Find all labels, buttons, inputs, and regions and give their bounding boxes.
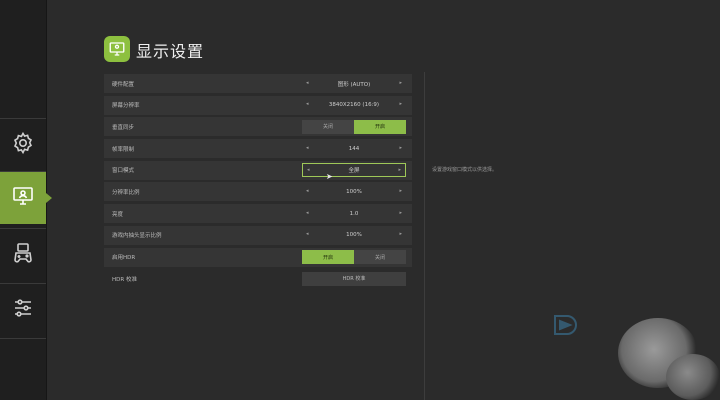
arrow-left-icon[interactable]: ◂ [306,210,309,216]
setting-row-hardware: 硬件配置 ◂ 图形 (AUTO) ▸ [104,74,412,93]
mouse-cursor-icon: ➤ [326,172,333,181]
blurred-overlay [666,354,720,400]
arrow-right-icon[interactable]: ▸ [399,231,402,237]
monitor-icon [11,184,35,212]
setting-label: 硬件配置 [112,81,135,88]
gear-icon [11,131,35,159]
setting-row-vsync: 垂直同步 关闭 开启 [104,117,412,137]
select-value: 100% [346,188,362,195]
select-value: 3840X2160 (16:9) [328,102,380,109]
resolution-select[interactable]: ◂ 3840X2160 (16:9) ▸ [302,98,406,112]
select-value: 1.0 [349,210,359,217]
vsync-on-option[interactable]: 开启 [354,119,406,134]
page-title: 显示设置 [136,42,205,61]
select-value: 100% [346,232,362,239]
nav-item-display[interactable] [0,172,52,224]
nav-divider [0,338,46,339]
hdr-calibration-button[interactable]: HDR 校准 [302,271,406,286]
arrow-right-icon[interactable]: ▸ [399,101,402,107]
vsync-off-option[interactable]: 关闭 [302,120,354,134]
framerate-select[interactable]: ◂ 144 ▸ [302,142,406,156]
setting-row-hdr: 启用HDR 开启 关闭 [104,247,412,267]
arrow-right-icon[interactable]: ▸ [399,145,402,151]
setting-label: 屏幕分辨率 [112,103,140,110]
hdr-toggle: 开启 关闭 [302,250,406,264]
arrow-right-icon[interactable]: ▸ [399,210,402,216]
arrow-left-icon[interactable]: ◂ [306,145,309,151]
setting-label: 帧率限制 [112,146,135,153]
select-value: 全屏 [348,168,360,175]
arrow-left-icon[interactable]: ◂ [306,101,309,107]
hdr-on-option[interactable]: 开启 [302,250,354,264]
setting-label: 启用HDR [112,255,136,261]
setting-label: 垂直同步 [112,124,135,131]
vsync-toggle: 关闭 开启 [302,119,406,134]
setting-label: 游戏内抽头显示比例 [112,233,162,240]
setting-label: 亮度 [112,211,124,218]
left-nav [0,0,52,400]
arrow-left-icon[interactable]: ◂ [306,80,309,86]
sliders-icon [11,296,35,324]
hardware-select[interactable]: ◂ 图形 (AUTO) ▸ [302,77,406,91]
setting-row-window-mode: 窗口模式 ◂ 全屏 ▸ [104,160,412,180]
gamepad-icon [11,241,35,269]
arrow-left-icon[interactable]: ◂ [306,188,309,194]
setting-row-resolution: 屏幕分辨率 ◂ 3840X2160 (16:9) ▸ [104,95,412,115]
resolution-scale-select[interactable]: ◂ 100% ▸ [302,185,406,199]
select-value: 图形 (AUTO) [337,81,371,88]
arrow-right-icon[interactable]: ▸ [398,167,401,173]
window-mode-select[interactable]: ◂ 全屏 ▸ [302,163,406,178]
brightness-select[interactable]: ◂ 1.0 ▸ [302,207,406,221]
ui-scale-select[interactable]: ◂ 100% ▸ [302,228,406,242]
nav-item-controls[interactable] [0,229,46,281]
nav-item-general[interactable] [0,119,46,171]
setting-description: 设置游戏窗口模式以供选择。 [432,167,498,173]
setting-row-ui-scale: 游戏内抽头显示比例 ◂ 100% ▸ [104,225,412,245]
arrow-left-icon[interactable]: ◂ [307,167,310,173]
arrow-right-icon[interactable]: ▸ [399,188,402,194]
setting-row-hdr-calibration: HDR 校准 HDR 校准 [104,269,412,288]
setting-row-brightness: 亮度 ◂ 1.0 ▸ [104,204,412,224]
arrow-right-icon[interactable]: ▸ [399,80,402,86]
watermark-logo-icon [552,312,582,338]
header-monitor-icon [104,36,130,62]
setting-row-resolution-scale: 分辨率比例 ◂ 100% ▸ [104,182,412,202]
arrow-left-icon[interactable]: ◂ [306,231,309,237]
hdr-off-option[interactable]: 关闭 [354,250,406,264]
setting-label: 窗口模式 [112,168,135,175]
settings-list: 硬件配置 ◂ 图形 (AUTO) ▸ 屏幕分辨率 ◂ 3840X2160 (16… [104,74,412,291]
setting-row-framerate: 帧率限制 ◂ 144 ▸ [104,139,412,159]
setting-label: HDR 校准 [112,276,137,283]
setting-label: 分辨率比例 [112,189,140,196]
panel-divider [424,72,425,400]
select-value: 144 [348,145,360,152]
nav-item-advanced[interactable] [0,284,46,336]
